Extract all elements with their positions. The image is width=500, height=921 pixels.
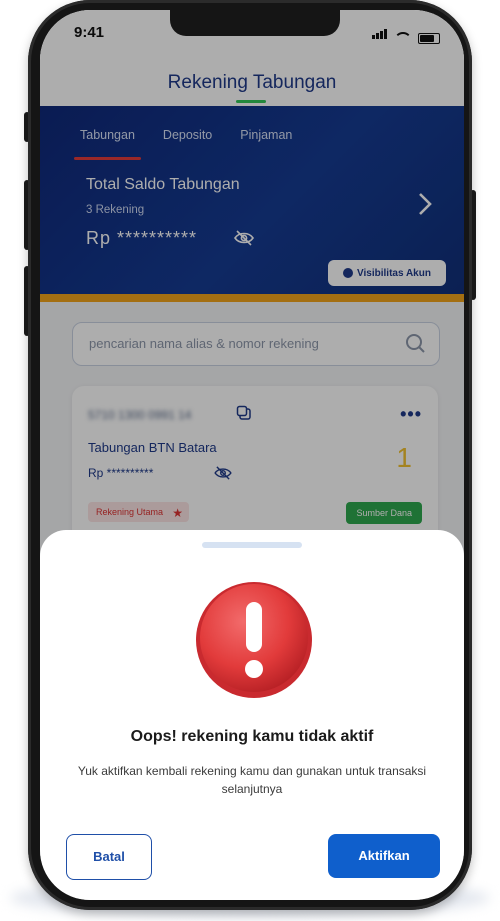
phone-screen: 9:41 Rekening Tabungan Tabungan Deposito… (40, 10, 464, 900)
activate-button[interactable]: Aktifkan (328, 834, 440, 878)
modal-title: Oops! rekening kamu tidak aktif (130, 728, 374, 745)
phone-notch (170, 10, 340, 36)
exclamation-alert-icon (196, 582, 312, 698)
modal-description: Yuk aktifkan kembali rekening kamu dan g… (77, 764, 427, 796)
sheet-drag-handle[interactable] (202, 542, 302, 548)
inactive-account-bottom-sheet: Oops! rekening kamu tidak aktif Yuk akti… (40, 530, 464, 900)
cancel-button[interactable]: Batal (66, 834, 152, 880)
